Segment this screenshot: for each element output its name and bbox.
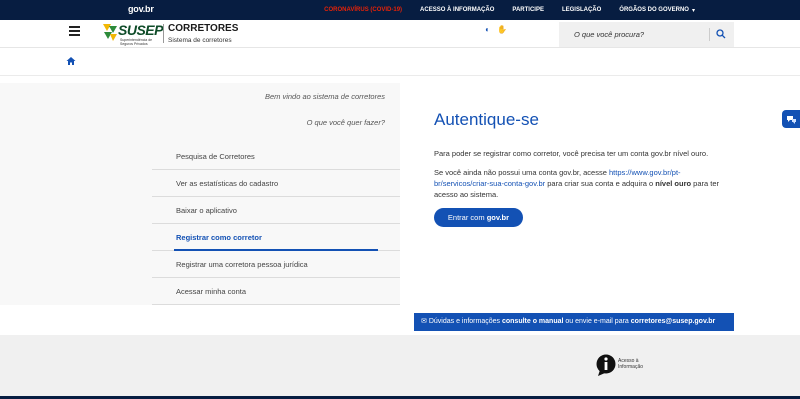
govbr-logo[interactable]: gov.br (128, 4, 154, 14)
orgaos-governo-link[interactable]: ÓRGÃOS DO GOVERNO (610, 7, 698, 13)
legislacao-link[interactable]: LEGISLAÇÃO (553, 7, 610, 13)
info-icon[interactable] (596, 354, 616, 376)
sidebar: Bem vindo ao sistema de corretores O que… (0, 83, 400, 305)
sidebar-menu: Pesquisa de Corretores Ver as estatístic… (152, 143, 400, 305)
help-banner: ✉ Dúvidas e informações consulte o manua… (414, 313, 734, 331)
help-middle: ou envie e-mail para (563, 318, 631, 325)
auth-intro: Para poder se registrar como corretor, v… (434, 149, 709, 158)
sidebar-item-label: Registrar como corretor (176, 233, 262, 242)
mail-icon: ✉ (421, 318, 427, 325)
footer (0, 335, 800, 399)
page-title: Autentique-se (434, 110, 539, 129)
sidebar-item-pesquisa[interactable]: Pesquisa de Corretores (152, 143, 400, 170)
nivel-ouro-text: nível ouro (655, 179, 692, 188)
susep-wordmark: SUSEP (118, 22, 163, 38)
manual-link[interactable]: consulte o manual (502, 318, 563, 325)
govbr-bar: gov.br CORONAVÍRUS (COVID-19) ACESSO À I… (0, 0, 800, 20)
susep-mark-icon (103, 24, 117, 41)
sidebar-item-aplicativo[interactable]: Baixar o aplicativo (152, 197, 400, 224)
access-info-label[interactable]: Acesso à Informação (618, 358, 643, 370)
menu-icon[interactable] (69, 26, 80, 36)
instructions-text-a: Se você ainda não possui uma conta gov.b… (434, 168, 609, 177)
covid-link[interactable]: CORONAVÍRUS (COVID-19) (315, 7, 411, 13)
site-header: SUSEP Superintendência de Seguros Privad… (0, 20, 800, 48)
button-govbr: gov.br (486, 213, 510, 222)
contrast-icon[interactable]: ◐ (483, 25, 492, 34)
sidebar-item-minha-conta[interactable]: Acessar minha conta (152, 278, 400, 305)
login-govbr-button[interactable]: Entrar com gov.br (434, 208, 523, 227)
sidebar-item-registrar-corretor[interactable]: Registrar como corretor (152, 224, 400, 251)
button-prefix: Entrar com (447, 213, 487, 222)
access-info-line2: Informação (618, 364, 644, 370)
search-icon[interactable] (716, 29, 726, 39)
search-divider (709, 28, 710, 41)
home-icon[interactable] (66, 56, 76, 66)
vlibras-icon[interactable]: ✋ (497, 25, 507, 34)
system-subtitle: Sistema de corretores (168, 37, 232, 44)
header-divider (163, 24, 164, 43)
sidebar-item-estatisticas[interactable]: Ver as estatísticas do cadastro (152, 170, 400, 197)
instructions-text-b: para criar sua conta e adquira o (545, 179, 656, 188)
email-link[interactable]: corretores@susep.gov.br (631, 318, 716, 325)
sidebar-item-registrar-corretora[interactable]: Registrar uma corretora pessoa jurídica (152, 251, 400, 278)
breadcrumb-divider (0, 75, 800, 76)
help-prefix: Dúvidas e informações (428, 318, 502, 325)
search-box[interactable]: O que você procura? (559, 22, 734, 47)
acesso-informacao-link[interactable]: ACESSO À INFORMAÇÃO (411, 7, 503, 13)
question-text: O que você quer fazer? (306, 118, 385, 127)
chevron-down-icon[interactable]: ▾ (692, 7, 695, 14)
accessibility-icon[interactable] (782, 110, 800, 128)
system-title: CORRETORES (168, 23, 239, 34)
accessibility-tools: ◐ ✋ (483, 25, 507, 34)
participe-link[interactable]: PARTICIPE (503, 7, 553, 13)
welcome-text: Bem vindo ao sistema de corretores (264, 92, 385, 101)
govbr-links: CORONAVÍRUS (COVID-19) ACESSO À INFORMAÇ… (315, 0, 695, 20)
search-input[interactable]: O que você procura? (574, 30, 644, 39)
auth-instructions: Se você ainda não possui uma conta gov.b… (434, 167, 734, 200)
susep-sub: Superintendência de Seguros Privados (120, 38, 153, 46)
susep-logo[interactable]: SUSEP Superintendência de Seguros Privad… (101, 22, 163, 46)
